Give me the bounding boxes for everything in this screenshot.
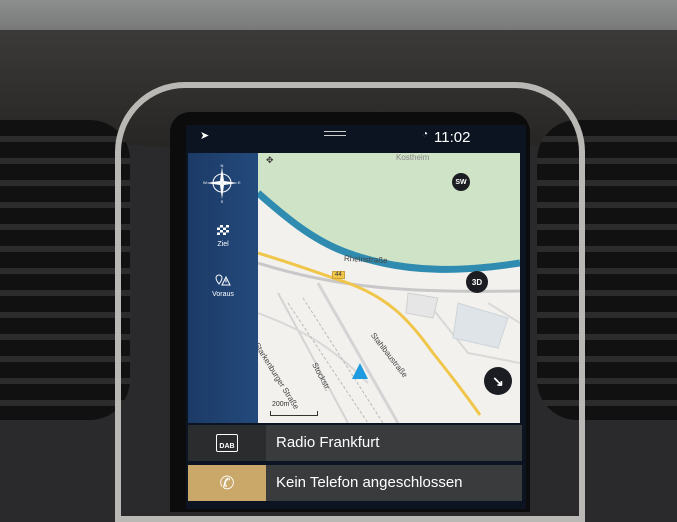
compass-e: E: [238, 180, 241, 185]
status-bar: ➤ ◔ 11:02: [186, 125, 526, 149]
compass-n: N: [221, 163, 224, 168]
sidebar-item-label: Ziel: [217, 241, 229, 248]
checkered-flag-icon: [217, 225, 229, 235]
radio-station-name: Radio Frankfurt: [276, 434, 380, 451]
pull-down-handle[interactable]: [324, 131, 346, 136]
status-clock: 11:02: [434, 129, 471, 146]
location-arrow-icon: ➤: [200, 130, 210, 142]
sidebar-item-label: Voraus: [212, 291, 234, 298]
dab-radio-icon: DAB: [216, 434, 238, 452]
sidebar-item-ziel[interactable]: Ziel: [188, 223, 258, 248]
wifi-icon: ◔: [422, 129, 429, 140]
compass-orientation-button[interactable]: SW: [452, 173, 470, 191]
radio-tile[interactable]: DAB Radio Frankfurt: [188, 425, 522, 461]
left-air-vent: [0, 120, 130, 420]
phone-icon-area: ✆: [188, 465, 266, 501]
compass-s: S: [221, 199, 224, 203]
location-warning-icon: [215, 274, 231, 286]
sidebar-item-voraus[interactable]: Voraus: [188, 273, 258, 298]
view-3d-button[interactable]: 3D: [466, 271, 488, 293]
road-number-badge: 44: [332, 271, 345, 279]
map-scale-label: 200m: [272, 401, 290, 408]
compass-icon[interactable]: N S W E: [202, 163, 242, 203]
crosshair-icon: ✥: [266, 155, 274, 165]
expand-map-button[interactable]: ↘: [484, 367, 512, 395]
map-place-label: Kostheim: [396, 153, 430, 162]
dab-label: DAB: [219, 443, 235, 450]
phone-tile[interactable]: ✆ Kein Telefon angeschlossen: [188, 465, 522, 501]
phone-icon: ✆: [219, 472, 235, 493]
infotainment-screen: ➤ ◔ 11:02 N S W E Ziel Voraus ✥ Kostheim…: [186, 125, 526, 509]
map-scale-bar: [270, 411, 318, 416]
phone-status-text: Kein Telefon angeschlossen: [276, 474, 463, 491]
compass-w: W: [203, 180, 207, 185]
vehicle-position-marker: [352, 363, 368, 379]
navigation-map[interactable]: ✥ Kostheim Rheinstraße 44 Starkenburger …: [258, 153, 520, 423]
arrow-down-right-icon: ↘: [492, 372, 504, 389]
navigation-sidebar: N S W E Ziel Voraus: [188, 153, 258, 423]
radio-icon-area: DAB: [188, 425, 266, 461]
